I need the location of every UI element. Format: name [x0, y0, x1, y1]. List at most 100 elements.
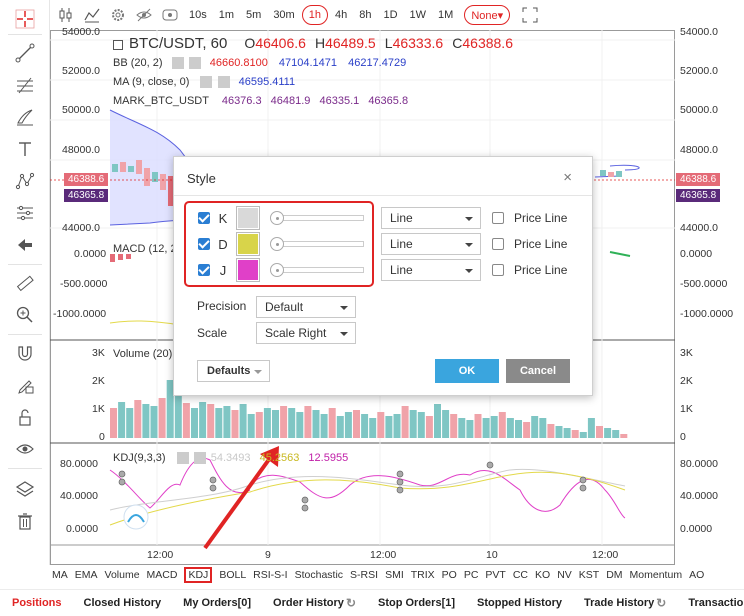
remove-x-icon[interactable] — [193, 452, 206, 465]
bottom-tabs: Positions Closed History My Orders[0] Or… — [0, 589, 744, 616]
chart-toolbar: 10s 1m 5m 30m 1h 4h 8h 1D 1W 1M None▾ — [50, 0, 744, 30]
interval-8h[interactable]: 8h — [354, 5, 376, 25]
tab-positions[interactable]: Positions — [12, 597, 62, 609]
j-style-select[interactable]: Line — [381, 259, 481, 281]
indicator-volume[interactable]: Volume — [105, 569, 140, 581]
indicator-ma[interactable]: MA — [52, 569, 68, 581]
volume-tick: 0 — [680, 431, 686, 443]
indicator-dm[interactable]: DM — [606, 569, 622, 581]
settings-gear-icon[interactable] — [176, 452, 189, 465]
close-icon[interactable]: × — [563, 169, 572, 186]
remove-x-icon[interactable] — [217, 76, 230, 89]
interval-1mo[interactable]: 1M — [433, 5, 458, 25]
cancel-button[interactable]: Cancel — [506, 359, 570, 383]
indicator-stochastic[interactable]: Stochastic — [295, 569, 343, 581]
k-price-line-checkbox[interactable] — [492, 212, 504, 224]
indicator-pvt[interactable]: PVT — [485, 569, 505, 581]
refresh-icon[interactable]: ↻ — [346, 596, 356, 610]
d-price-line-checkbox[interactable] — [492, 238, 504, 250]
indicator-rsi-s-i[interactable]: RSI-S-I — [253, 569, 287, 581]
eye-icon[interactable] — [9, 436, 41, 462]
indicator-po[interactable]: PO — [442, 569, 457, 581]
trend-line-icon[interactable] — [9, 40, 41, 66]
indicator-momentum[interactable]: Momentum — [630, 569, 683, 581]
volume-bar — [223, 406, 231, 438]
ma-legend: MA (9, close, 0) 46595.4111 — [113, 76, 295, 89]
tab-stop-orders[interactable]: Stop Orders[1] — [378, 597, 455, 609]
indicators-icon[interactable] — [80, 5, 104, 25]
settings-gear-icon[interactable] — [171, 57, 184, 70]
trash-icon[interactable] — [9, 508, 41, 534]
interval-5m[interactable]: 5m — [241, 5, 266, 25]
volume-bar — [450, 414, 458, 438]
ok-button[interactable]: OK — [435, 359, 499, 383]
unlock-icon[interactable] — [9, 404, 41, 430]
indicator-nv[interactable]: NV — [557, 569, 572, 581]
defaults-dropdown[interactable]: Defaults — [197, 360, 270, 382]
kdj-label: KDJ(9,3,3) — [113, 452, 166, 464]
none-dropdown[interactable]: None▾ — [464, 5, 511, 25]
layers-icon[interactable] — [9, 476, 41, 502]
pattern-icon[interactable] — [9, 168, 41, 194]
interval-10s[interactable]: 10s — [184, 5, 212, 25]
arrow-left-icon[interactable] — [9, 232, 41, 258]
brush-icon[interactable] — [9, 104, 41, 130]
k-price-line[interactable]: Price Line — [492, 211, 567, 225]
tab-my-orders[interactable]: My Orders[0] — [183, 597, 251, 609]
settings-gear-icon[interactable] — [106, 5, 130, 25]
indicator-ao[interactable]: AO — [689, 569, 704, 581]
interval-30m[interactable]: 30m — [268, 5, 299, 25]
fullscreen-icon[interactable] — [518, 5, 542, 25]
indicator-ema[interactable]: EMA — [75, 569, 98, 581]
text-icon[interactable] — [9, 136, 41, 162]
prediction-icon[interactable] — [9, 200, 41, 226]
indicator-ko[interactable]: KO — [535, 569, 550, 581]
indicator-pc[interactable]: PC — [464, 569, 479, 581]
refresh-icon[interactable]: ↻ — [656, 596, 666, 610]
indicator-trix[interactable]: TRIX — [411, 569, 435, 581]
interval-1m[interactable]: 1m — [214, 5, 239, 25]
interval-4h[interactable]: 4h — [330, 5, 352, 25]
collapse-legend-icon[interactable] — [113, 40, 123, 51]
indicator-kst[interactable]: KST — [579, 569, 599, 581]
interval-1w[interactable]: 1W — [405, 5, 432, 25]
indicator-smi[interactable]: SMI — [385, 569, 404, 581]
tab-transactions[interactable]: Transactions — [688, 597, 744, 609]
tab-order-history[interactable]: Order History ↻ — [273, 596, 356, 610]
crosshair-icon[interactable] — [9, 6, 41, 32]
scale-value: Scale Right — [265, 326, 327, 340]
magnet-icon[interactable] — [9, 340, 41, 366]
zoom-in-icon[interactable] — [9, 302, 41, 328]
candles-icon[interactable] — [54, 5, 78, 25]
scale-select[interactable]: Scale Right — [256, 322, 356, 344]
tab-stopped-history[interactable]: Stopped History — [477, 597, 562, 609]
k-style-select[interactable]: Line — [381, 207, 481, 229]
fib-retracement-icon[interactable] — [9, 72, 41, 98]
volume-bar — [361, 414, 369, 438]
remove-x-icon[interactable] — [188, 57, 201, 70]
bb-value: 46660.8100 — [209, 57, 268, 69]
precision-select[interactable]: Default — [256, 296, 356, 318]
settings-gear-icon[interactable] — [200, 76, 213, 89]
j-price-line-checkbox[interactable] — [492, 264, 504, 276]
mark-price-label: 46365.8 — [676, 189, 721, 202]
indicator-s-rsi[interactable]: S-RSI — [350, 569, 378, 581]
indicator-kdj[interactable]: KDJ — [184, 567, 213, 583]
drawing-toolbar — [0, 0, 50, 565]
j-price-line[interactable]: Price Line — [492, 263, 567, 277]
indicator-cc[interactable]: CC — [513, 569, 528, 581]
volume-tick-left: 1K — [92, 403, 105, 415]
lock-drawing-icon[interactable] — [9, 372, 41, 398]
ruler-icon[interactable] — [9, 270, 41, 296]
d-style-select[interactable]: Line — [381, 233, 481, 255]
indicator-macd[interactable]: MACD — [147, 569, 178, 581]
tab-trade-history[interactable]: Trade History ↻ — [584, 596, 666, 610]
eye-icon[interactable] — [158, 5, 182, 25]
indicator-boll[interactable]: BOLL — [219, 569, 246, 581]
tab-closed-history[interactable]: Closed History — [84, 597, 162, 609]
hide-eye-icon[interactable] — [132, 5, 156, 25]
d-style-value: Line — [390, 237, 413, 251]
interval-1d[interactable]: 1D — [378, 5, 402, 25]
d-price-line[interactable]: Price Line — [492, 237, 567, 251]
interval-1h[interactable]: 1h — [301, 5, 328, 25]
